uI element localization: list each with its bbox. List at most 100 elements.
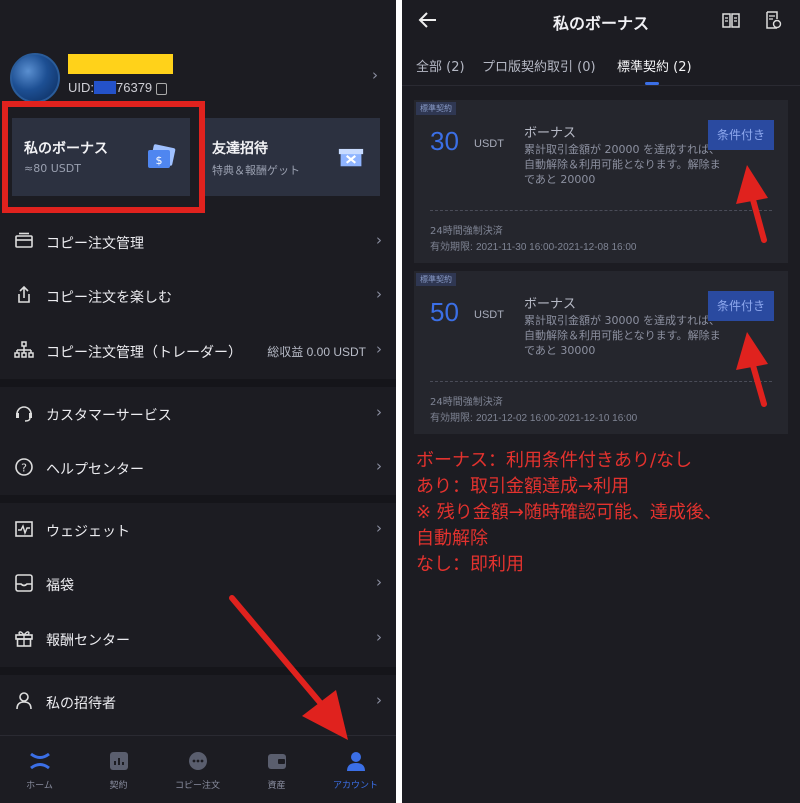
menu-label: コピー注文を楽しむ <box>46 290 172 306</box>
tab-all[interactable]: 全部 (2) <box>416 56 465 75</box>
section-divider <box>0 667 396 675</box>
chevron-right-icon: › <box>376 573 382 591</box>
tab-copy-trade[interactable]: コピー注文 <box>158 736 237 803</box>
tab-label: 資産 <box>267 781 286 791</box>
share-icon <box>18 285 30 303</box>
tab-label: ホーム <box>26 781 53 791</box>
bonus-description: 累計取引金額が 20000 を達成すれば、自動解除＆利用可能となります。解除まで… <box>524 143 721 186</box>
bonus-name: ボーナス <box>524 126 577 141</box>
headset-icon <box>16 406 32 422</box>
tab-account[interactable]: アカウント <box>316 736 395 803</box>
bonus-card: 標準契約 50 USDT ボーナス 累計取引金額が 30000 を達成すれば、自… <box>414 271 788 434</box>
contract-type-badge: 標準契約 <box>416 102 456 115</box>
org-chart-icon <box>14 341 34 358</box>
dashed-divider <box>430 210 772 211</box>
chevron-right-icon: › <box>376 628 382 646</box>
gift-icon <box>15 631 33 647</box>
dashed-divider <box>430 381 772 382</box>
bonus-filter-tabs: 全部 (2) プロ版契約取引 (0) 標準契約 (2) <box>402 44 800 86</box>
chevron-right-icon: › <box>376 340 382 358</box>
annotation-highlight-box <box>2 101 205 213</box>
menu-item-trader-management[interactable]: コピー注文管理（トレーダー） 総収益 0.00 USDT › <box>0 324 396 378</box>
bonus-currency: USDT <box>474 138 504 150</box>
menu-item-my-inviter[interactable]: 私の招待者 › <box>0 675 396 729</box>
annotation-note: ボーナス：利用条件付きあり/なし <box>416 450 693 471</box>
uid-redaction <box>94 81 116 94</box>
tab-standard-contract[interactable]: 標準契約 (2) <box>617 56 692 75</box>
tab-contract[interactable]: 契約 <box>79 736 158 803</box>
menu-item-reward-center[interactable]: 報酬センター › <box>0 612 396 666</box>
tab-label: 契約 <box>109 781 128 791</box>
uid-label: UID: <box>68 80 94 95</box>
validity-label: 有効期限: <box>430 413 473 424</box>
widget-icon <box>15 521 33 537</box>
menu-item-widget[interactable]: ウェジェット › <box>0 503 396 557</box>
tab-home[interactable]: ホーム <box>0 736 79 803</box>
person-icon <box>16 692 32 710</box>
active-tab-indicator <box>645 82 659 85</box>
bottom-tab-bar: ホーム 契約 コピー注文 資産 アカウント <box>0 735 396 803</box>
tab-pro-contract[interactable]: プロ版契約取引 (0) <box>482 56 596 75</box>
gift-box-icon <box>338 148 364 167</box>
total-earnings-value: 総収益 0.00 USDT <box>267 345 366 359</box>
chevron-right-icon: › <box>376 285 382 303</box>
wallet-icon <box>268 754 286 769</box>
conditional-button[interactable]: 条件付き <box>708 120 774 150</box>
tab-assets[interactable]: 資産 <box>237 736 316 803</box>
section-divider <box>0 495 396 503</box>
invite-friends-card[interactable]: 友達招待 特典＆報酬ゲット <box>200 118 380 196</box>
card-title: 友達招待 <box>212 141 268 157</box>
annotation-note: なし：即利用 <box>416 554 524 575</box>
svg-text:?: ? <box>21 462 27 475</box>
copy-trade-icon <box>189 752 207 770</box>
bonus-description: 累計取引金額が 30000 を達成すれば、自動解除＆利用可能となります。解除まで… <box>524 314 721 357</box>
account-screen: UID: 76379 › 私のボーナス ≈80 USDT $ 友達招待 特典＆報酬… <box>0 0 396 803</box>
contract-icon <box>110 752 128 770</box>
copy-icon[interactable] <box>156 83 167 95</box>
menu-item-copy-order-management[interactable]: コピー注文管理 › <box>0 215 396 269</box>
top-navigation-bar: 私のボーナス <box>402 0 800 40</box>
history-icon[interactable] <box>764 11 782 29</box>
bonus-currency: USDT <box>474 309 504 321</box>
forced-settlement-label: 24時間強制決済 <box>430 397 503 408</box>
uid-value: 76379 <box>116 80 153 95</box>
profile-header[interactable]: UID: 76379 › <box>0 40 396 110</box>
annotation-note: 自動解除 <box>416 528 488 549</box>
contract-type-badge: 標準契約 <box>416 273 456 286</box>
redacted-username <box>68 54 173 74</box>
chevron-right-icon: › <box>376 231 382 249</box>
validity-value: 2021-11-30 16:00-2021-12-08 16:00 <box>475 242 637 253</box>
avatar[interactable] <box>10 53 60 103</box>
uid-text: UID: 76379 <box>68 80 152 95</box>
account-icon <box>347 752 365 771</box>
book-icon[interactable] <box>722 11 740 29</box>
tab-label: アカウント <box>332 781 378 791</box>
chevron-right-icon: › <box>376 519 382 537</box>
home-icon <box>30 752 50 770</box>
menu-label: ウェジェット <box>46 524 130 540</box>
menu-label: カスタマーサービス <box>46 408 172 424</box>
page-title: 私のボーナス <box>552 14 649 33</box>
my-bonus-screen: 私のボーナス 全部 (2) プロ版契約取引 (0) 標準契約 (2) 標準契約 … <box>402 0 800 803</box>
menu-item-lucky-bag[interactable]: 福袋 › <box>0 557 396 611</box>
forced-settlement-label: 24時間強制決済 <box>430 226 503 237</box>
menu-item-enjoy-copy-orders[interactable]: コピー注文を楽しむ › <box>0 269 396 323</box>
section-divider <box>0 379 396 387</box>
menu-label: 報酬センター <box>46 633 130 649</box>
menu-label: コピー注文管理 <box>46 236 144 252</box>
chevron-right-icon: › <box>376 457 382 475</box>
chevron-right-icon: › <box>376 691 382 709</box>
tab-label: コピー注文 <box>174 781 220 791</box>
lucky-bag-icon <box>15 574 33 592</box>
bonus-name: ボーナス <box>524 297 577 312</box>
menu-item-customer-service[interactable]: カスタマーサービス › <box>0 387 396 441</box>
card-icon <box>15 232 33 248</box>
annotation-note: ※ 残り金額→随時確認可能、達成後、 <box>416 502 722 523</box>
bonus-amount: 30 <box>430 126 459 156</box>
menu-item-help-center[interactable]: ? ヘルプセンター › <box>0 441 396 495</box>
bonus-card: 標準契約 30 USDT ボーナス 累計取引金額が 20000 を達成すれば、自… <box>414 100 788 263</box>
conditional-button[interactable]: 条件付き <box>708 291 774 321</box>
menu-label: ヘルプセンター <box>46 462 144 478</box>
card-subtitle: 特典＆報酬ゲット <box>212 164 300 177</box>
menu-label: 私の招待者 <box>46 696 116 712</box>
